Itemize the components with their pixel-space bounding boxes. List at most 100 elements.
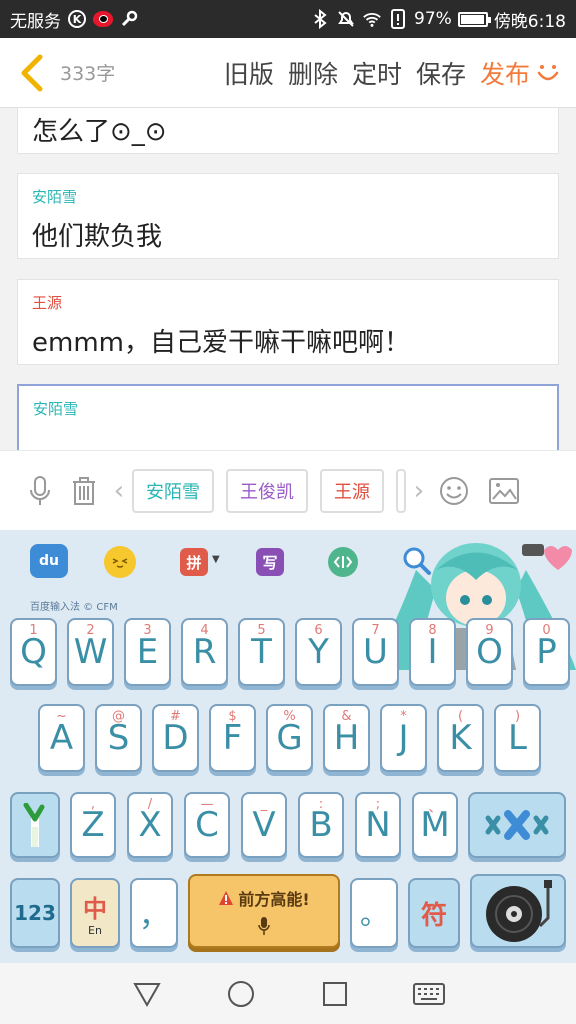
microphone-button[interactable] [18, 469, 62, 513]
status-bar: 无服务 K 97% 傍晚6:18 [0, 0, 576, 38]
lang-en-label: En [88, 924, 102, 937]
symbol-key[interactable]: 符 [408, 878, 460, 948]
key-d[interactable]: # D [152, 704, 199, 772]
key-o[interactable]: 9O [466, 618, 513, 686]
key-secondary-label: 7 [371, 623, 380, 638]
key-k[interactable]: (K [437, 704, 484, 772]
speaker-chip[interactable]: 王源 [320, 468, 384, 513]
key-g[interactable]: % G [266, 704, 313, 772]
key-secondary-label: ( [457, 709, 464, 724]
key-w[interactable]: 2W [67, 618, 114, 686]
key-s[interactable]: @ S [95, 704, 142, 772]
chat-content[interactable]: 怎么了⊙_⊙ 安陌雪 他们欺负我 王源 emmm，自己爱干嘛干嘛吧啊！ 安陌雪 [0, 108, 576, 450]
status-right: 97% 傍晚6:18 [310, 7, 566, 32]
save-button[interactable]: 保存 [416, 55, 466, 91]
key-j[interactable]: * J [380, 704, 427, 772]
key-l[interactable]: ) L [494, 704, 541, 772]
key-z[interactable]: ,Z [70, 792, 116, 858]
key-h[interactable]: & H [323, 704, 370, 772]
back-button[interactable] [8, 38, 56, 108]
chat-message[interactable]: 安陌雪 他们欺负我 [17, 173, 559, 259]
key-f[interactable]: $ F [209, 704, 256, 772]
clock: 傍晚6:18 [493, 11, 566, 32]
chip-label: 王源 [334, 481, 370, 503]
emoji-icon [440, 476, 468, 505]
key-label: J [398, 718, 409, 758]
old-version-button[interactable]: 旧版 [224, 55, 274, 91]
toolbar-actions: 旧版 删除 定时 保存 发布 [224, 55, 576, 91]
speaker-chip[interactable]: 王俊凯 [226, 468, 308, 513]
space-key-label: 前方高能! [238, 890, 310, 909]
space-key[interactable]: 前方高能! [188, 874, 340, 948]
speaker-chip-partial[interactable] [396, 468, 406, 513]
backspace-key[interactable] [468, 792, 566, 858]
chat-message[interactable]: 王源 emmm，自己爱干嘛干嘛吧啊！ [17, 279, 559, 365]
key-c[interactable]: — C [184, 792, 230, 858]
key-x[interactable]: / X [127, 792, 173, 858]
emoji-face-button[interactable] [104, 546, 136, 578]
key-secondary-label: ; [375, 797, 381, 812]
smile-icon [537, 64, 559, 80]
speaker-toolbar: ‹ 安陌雪 王俊凯 王源 › [0, 450, 576, 530]
emoji-button[interactable] [432, 469, 476, 513]
key-i[interactable]: 8I [409, 618, 456, 686]
key-label: T [251, 632, 272, 672]
key-label: L [508, 718, 527, 758]
nav-back-button[interactable] [127, 974, 167, 1014]
key-a[interactable]: ~ A [38, 704, 85, 772]
nav-home-button[interactable] [221, 974, 261, 1014]
key-b[interactable]: :B [298, 792, 344, 858]
schedule-button[interactable]: 定时 [352, 55, 402, 91]
leek-icon [23, 803, 45, 847]
key-e[interactable]: 3E [124, 618, 171, 686]
wifi-icon [362, 9, 382, 29]
key-label: W [73, 632, 108, 672]
key-u[interactable]: 7U [352, 618, 399, 686]
key-y[interactable]: 6Y [295, 618, 342, 686]
key-q[interactable]: 1Q [10, 618, 57, 686]
key-secondary-label: % [283, 709, 296, 724]
image-button[interactable] [482, 469, 526, 513]
publish-button[interactable]: 发布 [480, 55, 530, 91]
enter-key[interactable] [470, 874, 566, 948]
key-n[interactable]: ; N [355, 792, 401, 858]
mute-icon [336, 9, 356, 29]
pinyin-button[interactable]: 拼 [180, 548, 208, 576]
trash-icon [73, 476, 95, 505]
warning-icon [219, 891, 234, 905]
key-m[interactable]: 、 M [412, 792, 458, 858]
du-logo-label: du [39, 553, 59, 569]
nav-recents-button[interactable] [315, 974, 355, 1014]
nav-keyboard-button[interactable] [409, 974, 449, 1014]
key-p[interactable]: 0P [523, 618, 570, 686]
delete-button[interactable]: 删除 [288, 55, 338, 91]
handwrite-label: 写 [262, 553, 278, 572]
key-label: D [162, 718, 189, 758]
key-label: F [222, 718, 243, 758]
scroll-right-icon[interactable]: › [406, 476, 432, 506]
key-label: Y [308, 632, 329, 672]
comma-key[interactable]: ， [130, 878, 178, 948]
key-r[interactable]: 4R [181, 618, 228, 686]
chat-message-input[interactable]: 安陌雪 [17, 384, 559, 450]
speaker-chip[interactable]: 安陌雪 [132, 468, 214, 513]
key-label: R [192, 632, 217, 672]
handwrite-button[interactable]: 写 [256, 548, 284, 576]
battery-fill [460, 14, 485, 24]
alert-icon [388, 9, 408, 29]
period-key[interactable]: 。 [350, 878, 398, 948]
keyboard-hide-icon [413, 982, 445, 1005]
key-label: P [536, 632, 557, 672]
numbers-key[interactable]: 123 [10, 878, 60, 948]
battery-icon [457, 11, 491, 27]
space-key-banner: 前方高能! [218, 886, 310, 910]
scroll-left-icon[interactable]: ‹ [106, 476, 132, 506]
key-v[interactable]: _ V [241, 792, 287, 858]
message-text: emmm，自己爱干嘛干嘛吧啊！ [32, 328, 410, 358]
key-t[interactable]: 5T [238, 618, 285, 686]
chat-message[interactable]: 怎么了⊙_⊙ [17, 108, 559, 154]
language-toggle-key[interactable]: 中 En [70, 878, 120, 948]
leek-key[interactable] [10, 792, 60, 858]
du-logo-button[interactable]: du [30, 544, 68, 578]
trash-button[interactable] [62, 469, 106, 513]
